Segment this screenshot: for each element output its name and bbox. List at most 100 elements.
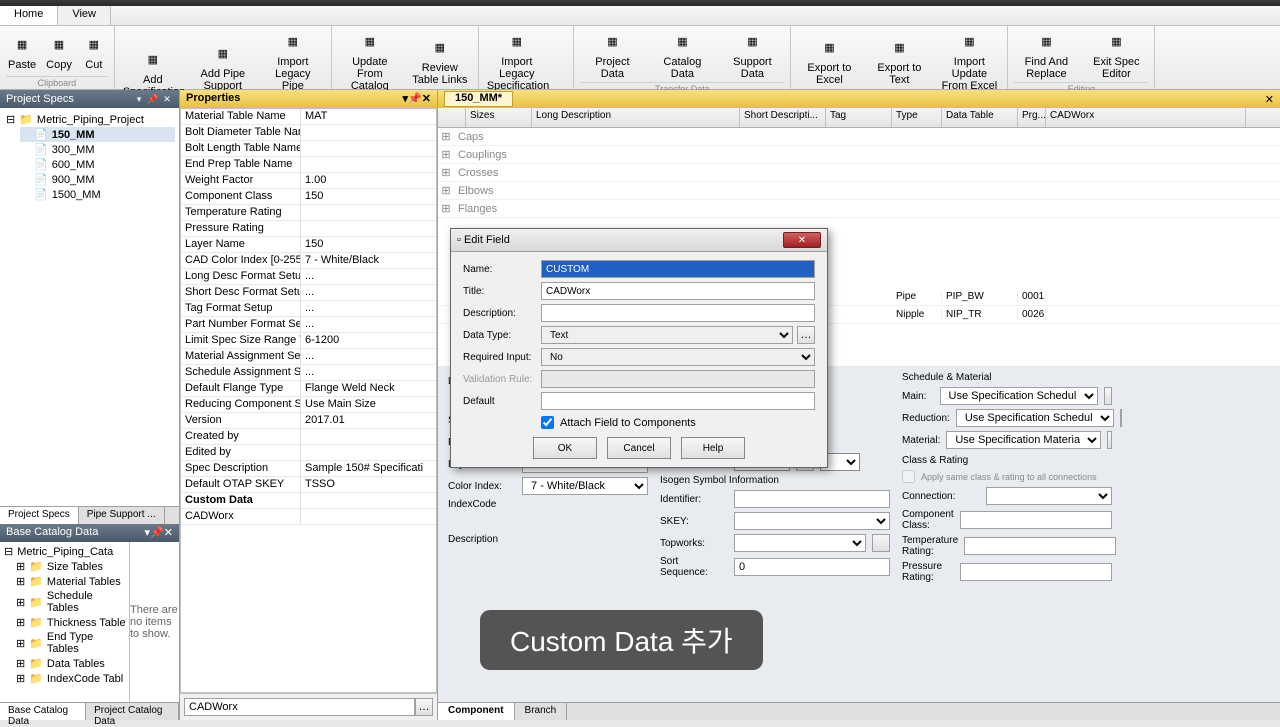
- prop-row[interactable]: Pressure Rating: [181, 221, 436, 237]
- props-close-icon[interactable]: ✕: [422, 93, 431, 105]
- ribbon-copy[interactable]: ▦Copy: [44, 31, 74, 73]
- ribbon-support-data[interactable]: ▦Support Data: [720, 28, 784, 82]
- col-header[interactable]: [438, 108, 466, 127]
- bc-Data-Tables[interactable]: ⊞📁Data Tables: [2, 656, 127, 671]
- group-row-Crosses[interactable]: ⊞Crosses: [438, 164, 1280, 182]
- ribbon-import-update-from-excel[interactable]: ▦Import Update From Excel: [937, 28, 1001, 94]
- prop-row[interactable]: End Prep Table Name: [181, 157, 436, 173]
- col-header[interactable]: Short Descripti...: [740, 108, 826, 127]
- prop-row[interactable]: Layer Name150: [181, 237, 436, 253]
- press-rating-input[interactable]: [960, 563, 1112, 581]
- ribbon-catalog-data[interactable]: ▦Catalog Data: [650, 28, 714, 82]
- bc-close-icon[interactable]: ✕: [164, 527, 173, 539]
- prop-row[interactable]: Part Number Format Setu...: [181, 317, 436, 333]
- prop-row[interactable]: Schedule Assignment Set...: [181, 365, 436, 381]
- title-input[interactable]: [541, 282, 815, 300]
- panel-dropdown-icon[interactable]: ▾: [133, 93, 145, 105]
- custom-data-field[interactable]: [184, 698, 415, 716]
- spec-600_MM[interactable]: 📄600_MM: [20, 157, 175, 172]
- prop-row[interactable]: Created by: [181, 429, 436, 445]
- prop-row[interactable]: Default Flange TypeFlange Weld Neck: [181, 381, 436, 397]
- sheet-close-icon[interactable]: ✕: [1265, 93, 1274, 106]
- ribbon-project-data[interactable]: ▦Project Data: [580, 28, 644, 82]
- prop-row[interactable]: Spec DescriptionSample 150# Specificati: [181, 461, 436, 477]
- cancel-button[interactable]: Cancel: [607, 437, 671, 459]
- color-index-select[interactable]: 7 - White/Black: [522, 477, 648, 495]
- bc-root[interactable]: ⊟ Metric_Piping_Cata: [2, 544, 127, 559]
- ribbon-export-to-text[interactable]: ▦Export to Text: [867, 34, 931, 88]
- temp-rating-input[interactable]: [964, 537, 1116, 555]
- bc-Size-Tables[interactable]: ⊞📁Size Tables: [2, 559, 127, 574]
- ribbon-exit-spec-editor[interactable]: ▦Exit Spec Editor: [1084, 28, 1148, 82]
- prop-row[interactable]: Edited by: [181, 445, 436, 461]
- bc-IndexCode-Tabl[interactable]: ⊞📁IndexCode Tabl: [2, 671, 127, 686]
- help-button[interactable]: Help: [681, 437, 745, 459]
- sort-seq-input[interactable]: [734, 558, 890, 576]
- spec-300_MM[interactable]: 📄300_MM: [20, 142, 175, 157]
- spec-150_MM[interactable]: 📄150_MM: [20, 127, 175, 142]
- prop-row[interactable]: Weight Factor1.00: [181, 173, 436, 189]
- spec-1500_MM[interactable]: 📄1500_MM: [20, 187, 175, 202]
- bc-Thickness-Table[interactable]: ⊞📁Thickness Table: [2, 615, 127, 630]
- spec-900_MM[interactable]: 📄900_MM: [20, 172, 175, 187]
- base-catalog-tree[interactable]: ⊟ Metric_Piping_Cata ⊞📁Size Tables⊞📁Mate…: [0, 542, 130, 702]
- connection-select[interactable]: [986, 487, 1112, 505]
- project-specs-tree[interactable]: ⊟ 📁 Metric_Piping_Project 📄150_MM📄300_MM…: [0, 108, 179, 506]
- bc-pin-icon[interactable]: 📌: [150, 527, 164, 539]
- ribbon-export-to-excel[interactable]: ▦Export to Excel: [797, 34, 861, 88]
- tab-home[interactable]: Home: [0, 6, 58, 25]
- props-pin-icon[interactable]: 📌: [408, 93, 422, 105]
- name-input[interactable]: [541, 260, 815, 278]
- prop-row[interactable]: Tag Format Setup...: [181, 301, 436, 317]
- topworks-btn[interactable]: [872, 534, 890, 552]
- main-btn[interactable]: [1104, 387, 1112, 405]
- ribbon-cut[interactable]: ▦Cut: [80, 31, 108, 73]
- col-header[interactable]: Type: [892, 108, 942, 127]
- project-root[interactable]: ⊟ 📁 Metric_Piping_Project: [4, 112, 175, 127]
- bc-Schedule-Tables[interactable]: ⊞📁Schedule Tables: [2, 589, 127, 615]
- reduction-select[interactable]: Use Specification Schedul: [956, 409, 1114, 427]
- col-header[interactable]: Sizes: [466, 108, 532, 127]
- prop-row[interactable]: Custom Data: [181, 493, 436, 509]
- prop-row[interactable]: Limit Spec Size Range To6-1200: [181, 333, 436, 349]
- col-header[interactable]: Data Table: [942, 108, 1018, 127]
- identifier-input[interactable]: [734, 490, 890, 508]
- comp-class-input[interactable]: [960, 511, 1112, 529]
- skey-select[interactable]: [734, 512, 890, 530]
- default-input[interactable]: [541, 392, 815, 410]
- ribbon-review-table-links[interactable]: ▦Review Table Links: [408, 34, 472, 88]
- prop-row[interactable]: CADWorx: [181, 509, 436, 525]
- ribbon-update-from-catalog[interactable]: ▦Update From Catalog: [338, 28, 402, 94]
- prop-row[interactable]: Temperature Rating: [181, 205, 436, 221]
- ps-tab-0[interactable]: Project Specs: [0, 507, 79, 524]
- group-row-Couplings[interactable]: ⊞Couplings: [438, 146, 1280, 164]
- footer-tab-component[interactable]: Component: [438, 703, 515, 720]
- prop-row[interactable]: CAD Color Index [0-255]7 - White/Black: [181, 253, 436, 269]
- data-type-select[interactable]: Text: [541, 326, 793, 344]
- footer-tab-branch[interactable]: Branch: [515, 703, 568, 720]
- reduction-btn[interactable]: [1120, 409, 1122, 427]
- sheet-tab[interactable]: 150_MM*: [444, 91, 513, 107]
- group-row-Flanges[interactable]: ⊞Flanges: [438, 200, 1280, 218]
- col-header[interactable]: CADWorx: [1046, 108, 1246, 127]
- prop-row[interactable]: Short Desc Format Setup...: [181, 285, 436, 301]
- group-row-Elbows[interactable]: ⊞Elbows: [438, 182, 1280, 200]
- col-header[interactable]: Prg...: [1018, 108, 1046, 127]
- tab-view[interactable]: View: [58, 6, 111, 25]
- prop-row[interactable]: Reducing Component SizUse Main Size: [181, 397, 436, 413]
- custom-data-edit-button[interactable]: …: [415, 698, 433, 716]
- topworks-select[interactable]: [734, 534, 866, 552]
- description-input[interactable]: [541, 304, 815, 322]
- bc-End-Type-Tables[interactable]: ⊞📁End Type Tables: [2, 630, 127, 656]
- ok-button[interactable]: OK: [533, 437, 597, 459]
- material-select[interactable]: Use Specification Materia: [946, 431, 1101, 449]
- required-input-select[interactable]: No: [541, 348, 815, 366]
- main-select[interactable]: Use Specification Schedul: [940, 387, 1098, 405]
- dialog-close-button[interactable]: ✕: [783, 232, 821, 248]
- prop-row[interactable]: Bolt Diameter Table Name: [181, 125, 436, 141]
- prop-row[interactable]: Material Table NameMAT: [181, 109, 436, 125]
- prop-row[interactable]: Bolt Length Table Name: [181, 141, 436, 157]
- data-type-more-button[interactable]: …: [797, 326, 815, 344]
- properties-grid[interactable]: Material Table NameMATBolt Diameter Tabl…: [180, 108, 437, 693]
- prop-row[interactable]: Material Assignment Setu...: [181, 349, 436, 365]
